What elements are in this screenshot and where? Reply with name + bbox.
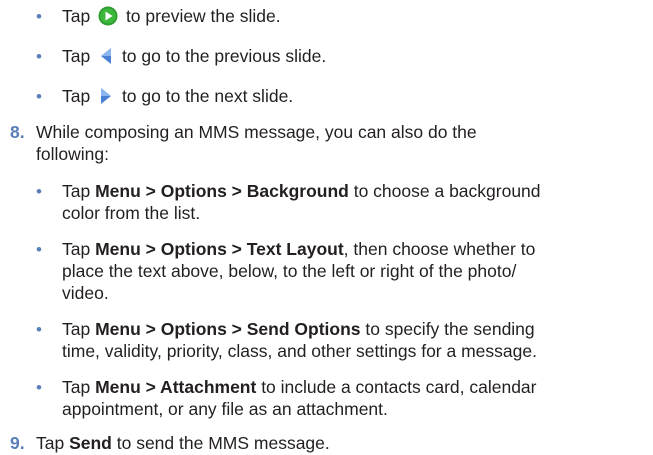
- bullet-dot: •: [36, 47, 42, 66]
- step-text: While composing an MMS message, you can …: [36, 122, 477, 142]
- step-text: following:: [36, 144, 109, 164]
- step-text: Tap Send to send the MMS message.: [36, 433, 330, 453]
- list-item-text: video.: [62, 283, 109, 303]
- list-item-attachment: Tap Menu > Attachment to include a conta…: [62, 377, 537, 397]
- play-icon: [98, 6, 118, 32]
- bullet-dot: •: [36, 378, 42, 397]
- bullet-dot: •: [36, 7, 42, 26]
- bullet-dot: •: [36, 240, 42, 259]
- previous-arrow-icon: [98, 46, 114, 72]
- list-item-text: appointment, or any file as an attachmen…: [62, 399, 388, 419]
- bullet-dot: •: [36, 320, 42, 339]
- list-item-text: color from the list.: [62, 203, 201, 223]
- bullet-dot: •: [36, 182, 42, 201]
- list-item-preview: Tap to preview the slide.: [62, 5, 281, 32]
- bullet-dot: •: [36, 87, 42, 106]
- list-item-text: place the text above, below, to the left…: [62, 261, 517, 281]
- list-item-text-layout: Tap Menu > Options > Text Layout, then c…: [62, 239, 536, 259]
- list-item-text: time, validity, priority, class, and oth…: [62, 341, 537, 361]
- step-number: 8.: [10, 122, 25, 142]
- step-number: 9.: [10, 433, 25, 453]
- list-item-send-options: Tap Menu > Options > Send Options to spe…: [62, 319, 535, 339]
- list-item-background: Tap Menu > Options > Background to choos…: [62, 181, 541, 201]
- next-arrow-icon: [98, 86, 114, 112]
- list-item-next: Tap to go to the next slide.: [62, 85, 293, 112]
- list-item-previous: Tap to go to the previous slide.: [62, 45, 326, 72]
